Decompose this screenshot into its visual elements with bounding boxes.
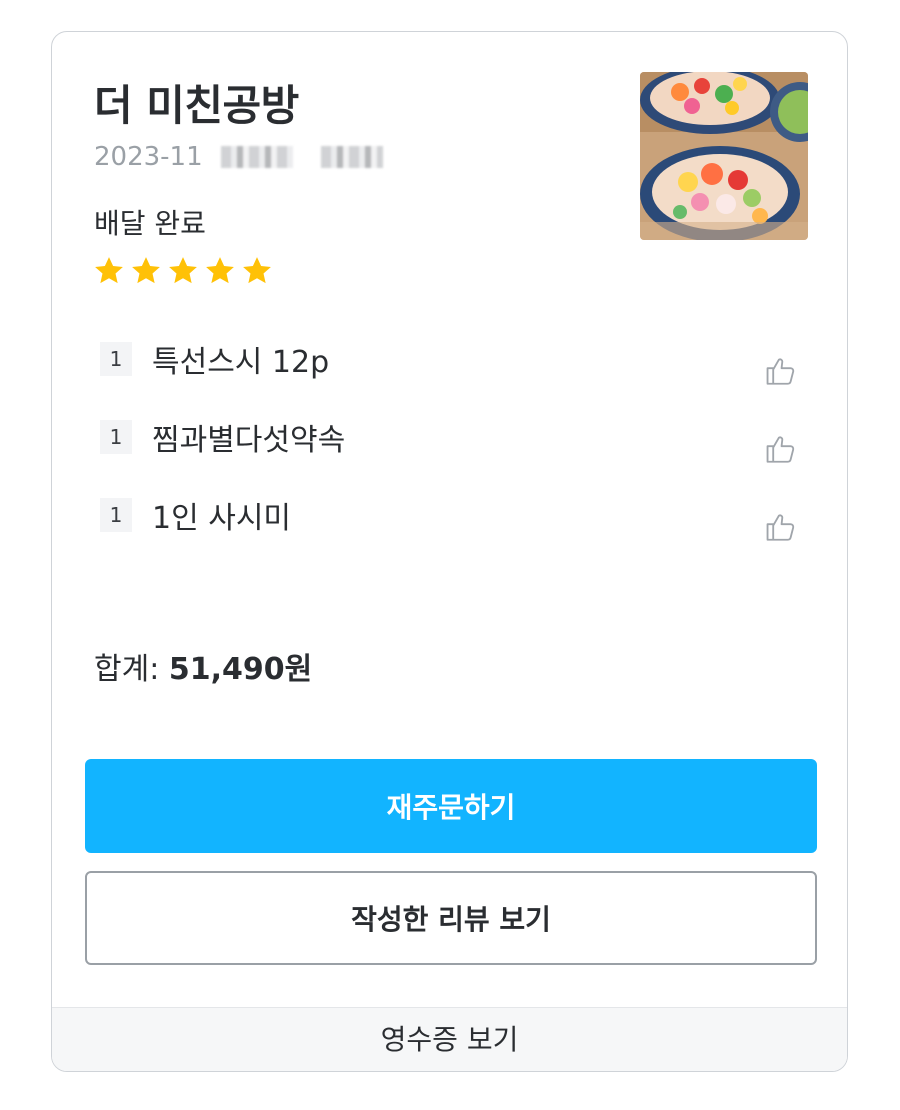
menu-item-name: 1인 사시미: [152, 501, 292, 536]
quantity-badge: 1: [100, 498, 132, 532]
order-card: 더 미친공방 2023-11 배달 완료 1 특선스시 12p 1 찜과별다섯약…: [51, 31, 848, 1072]
total-amount: 51,490원: [168, 652, 313, 687]
redacted-date-part: [220, 146, 293, 168]
food-thumbnail[interactable]: [640, 72, 808, 240]
quantity-badge: 1: [100, 342, 132, 376]
reorder-button[interactable]: 재주문하기: [85, 759, 817, 853]
star-icon: [243, 257, 271, 284]
order-date-text: 2023-11: [94, 142, 203, 172]
total-label: 합계:: [94, 652, 160, 687]
view-review-button[interactable]: 작성한 리뷰 보기: [85, 871, 817, 965]
star-icon: [169, 257, 197, 284]
store-name[interactable]: 더 미친공방: [94, 72, 299, 133]
star-rating: [92, 254, 274, 288]
view-receipt-button[interactable]: 영수증 보기: [52, 1007, 847, 1071]
thumbs-up-icon[interactable]: [764, 510, 798, 544]
menu-item: 1 특선스시 12p: [100, 332, 820, 410]
thumbs-up-icon[interactable]: [764, 432, 798, 466]
star-icon: [132, 257, 160, 284]
order-total: 합계: 51,490원: [94, 644, 312, 688]
thumbs-up-icon[interactable]: [764, 354, 798, 388]
menu-item-name: 특선스시 12p: [152, 345, 330, 380]
order-date: 2023-11: [94, 142, 383, 172]
quantity-badge: 1: [100, 420, 132, 454]
delivery-status: 배달 완료: [94, 207, 206, 240]
menu-list: 1 특선스시 12p 1 찜과별다섯약속 1 1인 사시미: [100, 332, 820, 566]
star-icon: [206, 257, 234, 284]
menu-item: 1 찜과별다섯약속: [100, 410, 820, 488]
menu-item: 1 1인 사시미: [100, 488, 820, 566]
menu-item-name: 찜과별다섯약속: [152, 423, 346, 458]
star-icon: [95, 257, 123, 284]
redacted-time-part: [320, 146, 383, 168]
